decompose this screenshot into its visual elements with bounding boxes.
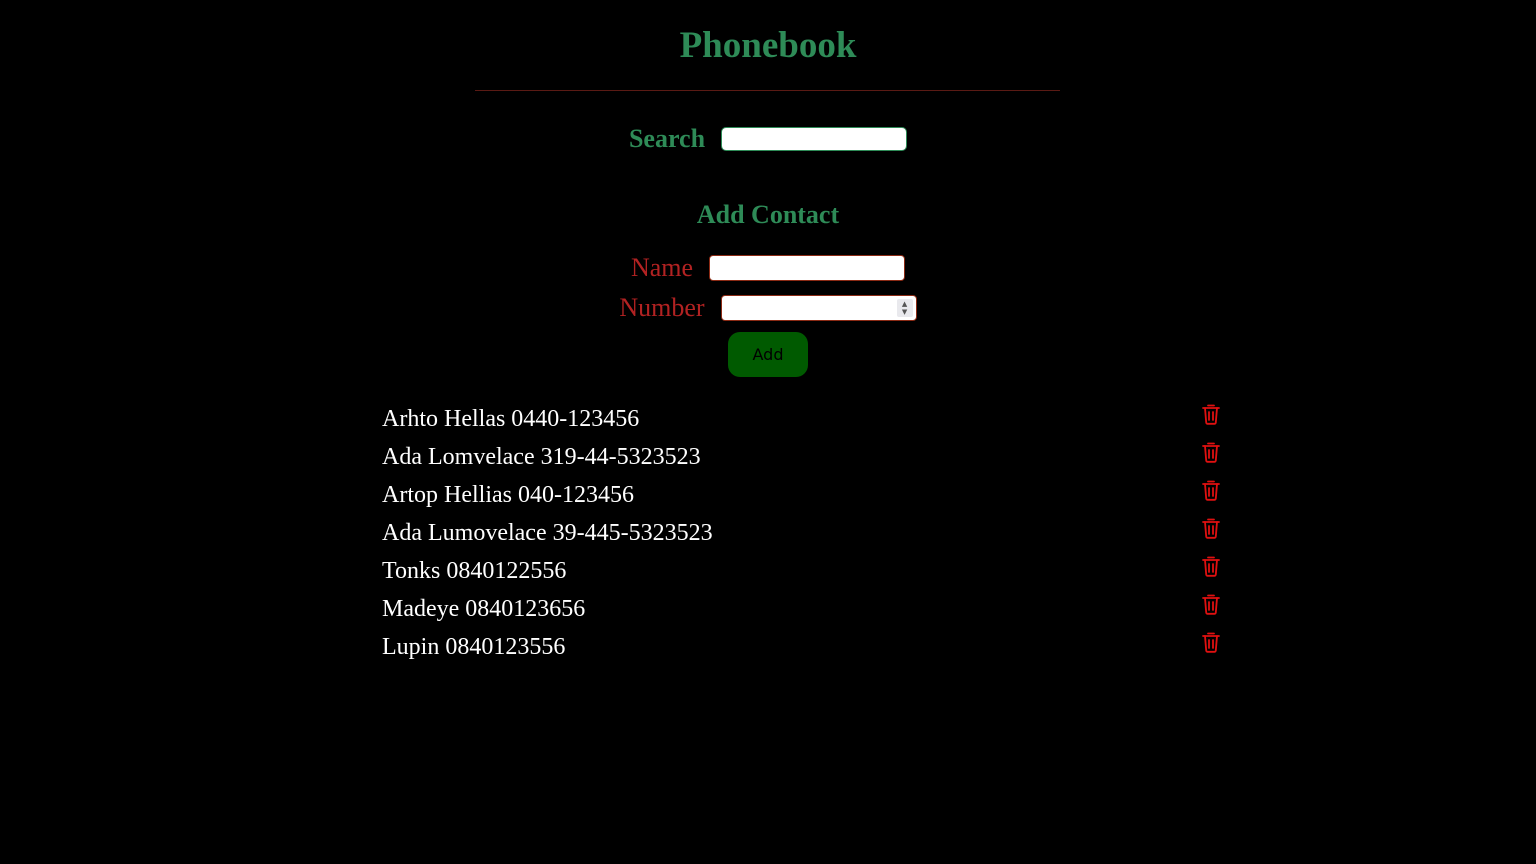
delete-contact-button[interactable] [1200, 403, 1222, 427]
contact-text: Ada Lumovelace 39-445-5323523 [382, 519, 713, 546]
trash-icon[interactable] [1201, 403, 1221, 425]
spin-up-icon[interactable]: ▲ [902, 300, 907, 308]
contact-text: Madeye 0840123656 [382, 595, 586, 622]
trash-icon[interactable] [1201, 593, 1221, 615]
contact-item: Artop Hellias 040-123456 [382, 476, 1224, 514]
page-title: Phonebook [679, 25, 857, 66]
trash-icon[interactable] [1201, 441, 1221, 463]
phonebook-app: Phonebook Search Add Contact Name Number… [0, 0, 1536, 864]
contact-item: Lupin 0840123556 [382, 628, 1224, 666]
contact-text: Tonks 0840122556 [382, 557, 567, 584]
search-row: Search [0, 124, 1536, 154]
delete-contact-button[interactable] [1200, 555, 1222, 579]
delete-contact-button[interactable] [1200, 517, 1222, 541]
name-input[interactable] [709, 255, 906, 281]
contact-item: Madeye 0840123656 [382, 590, 1224, 628]
number-row: Number ▲ ▼ [0, 292, 1536, 324]
trash-icon[interactable] [1201, 555, 1221, 577]
number-label: Number [619, 293, 705, 322]
search-label: Search [628, 124, 706, 153]
delete-contact-button[interactable] [1200, 631, 1222, 655]
contact-text: Lupin 0840123556 [382, 633, 566, 660]
trash-icon[interactable] [1201, 479, 1221, 501]
number-field: ▲ ▼ [720, 295, 917, 321]
contact-item: Ada Lomvelace 319-44-5323523 [382, 438, 1224, 476]
trash-icon[interactable] [1201, 517, 1221, 539]
contact-text: Ada Lomvelace 319-44-5323523 [382, 443, 701, 470]
contact-list: Arhto Hellas 0440-123456 Ada Lomvelace 31… [382, 400, 1224, 666]
spin-down-icon[interactable]: ▼ [902, 308, 907, 316]
number-spinner[interactable]: ▲ ▼ [896, 299, 913, 317]
contact-item: Tonks 0840122556 [382, 552, 1224, 590]
contact-text: Arhto Hellas 0440-123456 [382, 405, 640, 432]
name-label: Name [630, 253, 694, 282]
number-input[interactable] [721, 296, 894, 320]
contact-text: Artop Hellias 040-123456 [382, 481, 634, 508]
name-row: Name [0, 252, 1536, 284]
delete-contact-button[interactable] [1200, 479, 1222, 503]
search-input[interactable] [721, 127, 908, 151]
add-contact-heading: Add Contact [696, 200, 840, 229]
contact-item: Ada Lumovelace 39-445-5323523 [382, 514, 1224, 552]
header-divider [475, 90, 1060, 91]
delete-contact-button[interactable] [1200, 593, 1222, 617]
contact-item: Arhto Hellas 0440-123456 [382, 400, 1224, 438]
delete-contact-button[interactable] [1200, 441, 1222, 465]
trash-icon[interactable] [1201, 631, 1221, 653]
add-button[interactable]: Add [728, 332, 808, 377]
